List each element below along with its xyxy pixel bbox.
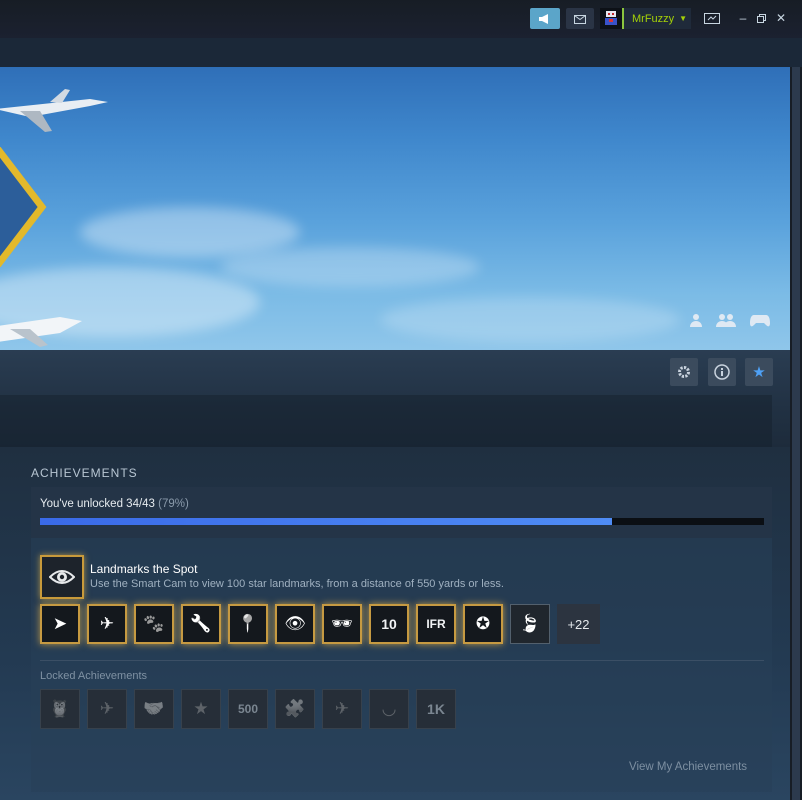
announcements-button[interactable] [530, 8, 560, 29]
achievement-icon[interactable]: 🐾 [134, 604, 174, 644]
star-icon: ★ [752, 364, 766, 381]
diamond-sign [0, 147, 47, 267]
puzzle-icon: 🧩 [284, 699, 306, 718]
unlocked-achievements: ➤ ✈ 🐾 🔧 📍 👁 🕶 10 IFR ✪ 🍃 +22 [40, 604, 600, 644]
hero-icons [690, 313, 770, 327]
achievement-icon[interactable]: 🕶 [322, 604, 362, 644]
jet-illustration [0, 89, 108, 132]
calendar-10-icon: 10 [381, 616, 397, 632]
pilot-hat-icon: ★ [193, 699, 209, 718]
avatar [600, 8, 624, 29]
username: MrFuzzy [632, 12, 675, 25]
progress-box: You've unlocked 34/43 (79%) [31, 487, 772, 538]
chevron-down-icon: ▼ [679, 14, 688, 23]
friends-icon[interactable] [716, 313, 736, 327]
achievement-icon[interactable]: 🤝 [134, 689, 174, 729]
progress-percent: (79%) [158, 498, 189, 510]
achievement-icon[interactable]: ◡ [369, 689, 409, 729]
hero-banner [0, 67, 790, 350]
achievement-icon[interactable]: ✈ [87, 689, 127, 729]
jet-illustration [0, 317, 82, 347]
featured-achievement-description: Use the Smart Cam to view 100 star landm… [90, 578, 504, 590]
crosshair-star-icon: ✪ [475, 614, 491, 633]
achievement-icon[interactable]: 🍃 [510, 604, 550, 644]
notifications-button[interactable] [566, 8, 594, 29]
achievement-icon[interactable]: ✈ [322, 689, 362, 729]
locked-achievements-label: Locked Achievements [40, 670, 148, 682]
leaf-icon: 🍃 [519, 614, 541, 633]
achievement-icon[interactable]: 🔧 [181, 604, 221, 644]
achievement-icon[interactable]: ★ [181, 689, 221, 729]
restore-icon [756, 13, 766, 23]
user-menu[interactable]: MrFuzzy ▼ [600, 8, 691, 29]
progress-bar [40, 518, 764, 525]
locked-achievements: 🦉 ✈ 🤝 ★ 500 🧩 ✈ ◡ 1K [40, 689, 456, 729]
achievement-icon[interactable]: ✪ [463, 604, 503, 644]
controller-icon[interactable] [750, 313, 770, 327]
favorite-button[interactable]: ★ [745, 358, 773, 386]
close-icon: ✕ [775, 11, 787, 25]
info-icon [714, 364, 730, 380]
progress-text: You've unlocked 34/43 (79%) [40, 498, 189, 510]
achievement-icon[interactable]: 1K [416, 689, 456, 729]
featured-achievement-title: Landmarks the Spot [90, 562, 198, 576]
section-title: ACHIEVEMENTS [31, 466, 138, 480]
person-icon[interactable] [690, 313, 702, 327]
pin-eye-icon: 📍 [237, 614, 259, 633]
title-bar: MrFuzzy ▼ – ✕ [0, 0, 802, 38]
minimize-button[interactable]: – [737, 9, 749, 27]
paper-plane-icon: ➤ [52, 614, 68, 633]
landing-icon: ✈ [99, 614, 115, 633]
owl-icon: 🦉 [49, 699, 71, 718]
gear-icon [678, 366, 690, 378]
envelope-icon [574, 14, 586, 24]
handshake-icon: 🤝 [143, 699, 165, 718]
minimize-icon: – [739, 11, 747, 25]
cap-icon: ◡ [381, 699, 397, 718]
wrench-icon: 🔧 [190, 614, 212, 633]
plane-target-icon: ✈ [334, 699, 350, 718]
scrollbar[interactable] [790, 67, 802, 800]
sunglasses-icon: 🕶 [331, 614, 353, 633]
achievement-icon[interactable]: 👁 [275, 604, 315, 644]
500-badge-icon: 500 [237, 702, 259, 716]
1k-badge-icon: 1K [427, 701, 445, 717]
achievement-icon[interactable]: IFR [416, 604, 456, 644]
featured-achievement-icon[interactable] [40, 555, 84, 599]
achievement-icon[interactable]: ✈ [87, 604, 127, 644]
achievement-icon[interactable]: 10 [369, 604, 409, 644]
close-button[interactable]: ✕ [774, 9, 788, 27]
achievement-icon[interactable]: 🧩 [275, 689, 315, 729]
paw-eye-icon: 🐾 [143, 614, 165, 633]
achievement-icon[interactable]: ➤ [40, 604, 80, 644]
settings-button[interactable] [670, 358, 698, 386]
info-button[interactable] [708, 358, 736, 386]
progress-label: You've unlocked 34/43 [40, 498, 155, 510]
more-achievements-button[interactable]: +22 [557, 604, 600, 644]
progress-bar-fill [40, 518, 612, 525]
screenshot-button[interactable] [703, 9, 721, 27]
divider [40, 660, 764, 661]
achievement-icon[interactable]: 500 [228, 689, 268, 729]
view-achievements-link[interactable]: View My Achievements [629, 761, 747, 773]
achievement-icon[interactable]: 🦉 [40, 689, 80, 729]
plane-badge-icon: ✈ [99, 699, 115, 718]
screenshot-icon [704, 12, 720, 24]
restore-button[interactable] [755, 9, 767, 27]
achievement-icon[interactable]: 📍 [228, 604, 268, 644]
eye-globe-icon [49, 570, 75, 584]
ifr-icon: IFR [426, 617, 446, 631]
megaphone-icon [539, 13, 548, 24]
eye-pin-icon: 👁 [284, 614, 306, 633]
